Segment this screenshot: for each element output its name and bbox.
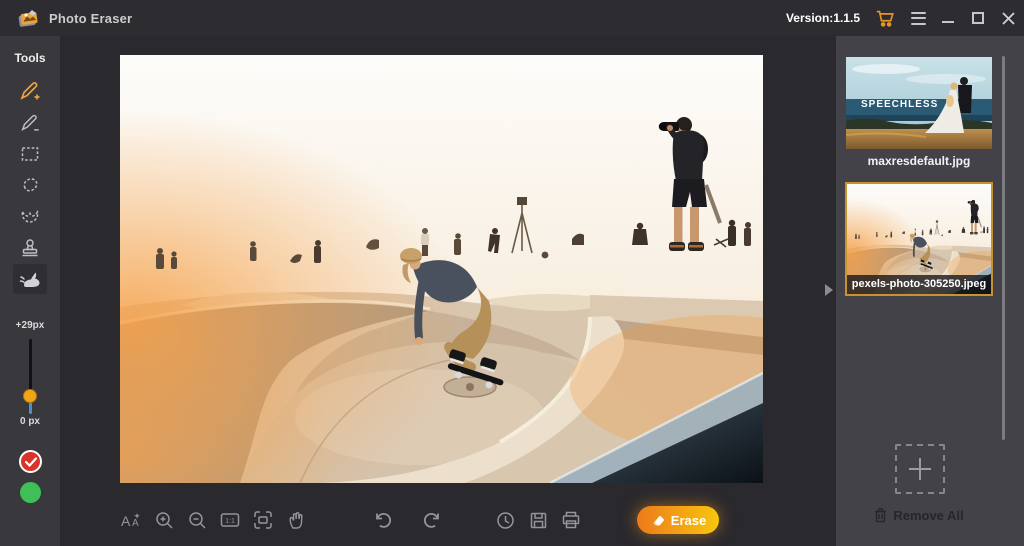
brush-add-pencil-icon: [20, 82, 40, 100]
wedding-thumbnail-image: SPEECHLESS: [846, 57, 992, 149]
undo-icon: [376, 512, 392, 528]
status-green-button[interactable]: [20, 482, 41, 503]
brush-remove-pencil-icon: [21, 114, 39, 131]
titlebar: Photo Eraser Version:1.1.5: [0, 0, 1024, 36]
svg-text:1:1: 1:1: [225, 518, 235, 525]
tools-title: Tools: [14, 51, 46, 65]
clone-stamp-tool[interactable]: [13, 233, 47, 263]
clone-stamp-icon: [22, 239, 38, 257]
image-list-panel: SPEECHLESS maxresdefault.jpg pexels-phot…: [836, 36, 1024, 546]
redo-icon: [423, 512, 439, 528]
brush-size-slider-fill: [29, 402, 32, 414]
print-button[interactable]: [560, 509, 582, 531]
rabbit-icon: [19, 272, 40, 287]
one-to-one-icon: 1:1: [220, 513, 240, 527]
zoom-out-icon: [188, 511, 206, 529]
rectangle-select-icon: [21, 147, 39, 161]
zoom-out-button[interactable]: [186, 509, 208, 531]
compare-text-button[interactable]: A A: [120, 509, 142, 531]
remove-all-button[interactable]: Remove All: [836, 508, 1002, 523]
brush-min-label: 0 px: [19, 416, 40, 427]
svg-text:A: A: [132, 518, 139, 529]
tools-sidebar: Tools +29px 0 px: [0, 36, 60, 546]
close-icon[interactable]: [1000, 10, 1016, 26]
redo-button[interactable]: [423, 509, 445, 531]
thumbnail-filename: maxresdefault.jpg: [867, 154, 971, 168]
trash-icon: [875, 508, 887, 523]
thumbnail-pexels-selected[interactable]: pexels-photo-305250.jpeg: [845, 182, 993, 296]
compare-text-icon: A A: [121, 513, 140, 529]
rectangle-select-tool[interactable]: [13, 139, 47, 169]
remove-all-label: Remove All: [893, 508, 964, 523]
maximize-icon[interactable]: [970, 10, 986, 26]
shopping-cart-icon[interactable]: [874, 7, 896, 29]
minimize-icon[interactable]: [940, 10, 956, 26]
history-button[interactable]: [494, 509, 516, 531]
one-to-one-button[interactable]: 1:1: [219, 509, 241, 531]
plus-icon: [909, 458, 931, 480]
history-clock-icon: [496, 511, 514, 529]
menu-icon[interactable]: [910, 10, 926, 26]
add-image-button[interactable]: [895, 444, 945, 494]
brush-size-slider-thumb[interactable]: [23, 389, 37, 403]
undo-button[interactable]: [370, 509, 392, 531]
polygon-select-tool[interactable]: [13, 170, 47, 200]
version-label: Version:1.1.5: [785, 11, 860, 25]
confirm-check-button[interactable]: [19, 450, 42, 473]
panel-scrollbar[interactable]: [1002, 56, 1005, 440]
zoom-in-icon: [155, 511, 173, 529]
fit-screen-button[interactable]: [252, 509, 274, 531]
thumbnail-overlay-text: SPEECHLESS: [861, 99, 938, 110]
check-icon: [24, 456, 37, 467]
hand-pan-button[interactable]: [285, 509, 307, 531]
fit-screen-icon: [254, 511, 272, 529]
save-icon: [530, 512, 546, 528]
app-logo-icon: [18, 10, 38, 27]
brush-max-label: +29px: [15, 320, 45, 331]
hand-pan-icon: [288, 511, 303, 529]
photo-eraser-window: Photo Eraser Version:1.1.5 Tools +29px 0…: [0, 0, 1024, 546]
save-button[interactable]: [527, 509, 549, 531]
zoom-in-button[interactable]: [153, 509, 175, 531]
erase-button[interactable]: Erase: [637, 506, 719, 534]
bottom-toolbar: A A 1:1 Erase: [120, 505, 719, 535]
panel-collapse-arrow-icon[interactable]: [825, 284, 833, 296]
app-title: Photo Eraser: [49, 10, 133, 26]
editor-canvas-area: A A 1:1 Erase: [60, 36, 836, 546]
thumbnail-filename: pexels-photo-305250.jpeg: [847, 275, 991, 294]
erase-button-label: Erase: [670, 512, 707, 528]
lasso-select-tool[interactable]: [13, 201, 47, 231]
print-icon: [562, 511, 580, 529]
polygon-select-icon: [23, 178, 38, 192]
thumbnail-maxresdefault[interactable]: SPEECHLESS: [846, 57, 992, 149]
quick-erase-tool[interactable]: [13, 264, 47, 294]
brush-add-tool[interactable]: [13, 76, 47, 106]
editing-canvas-image[interactable]: [120, 55, 763, 483]
lasso-select-icon: [21, 210, 39, 223]
brush-remove-tool[interactable]: [13, 108, 47, 138]
svg-text:A: A: [121, 513, 131, 529]
eraser-icon: [652, 515, 664, 525]
